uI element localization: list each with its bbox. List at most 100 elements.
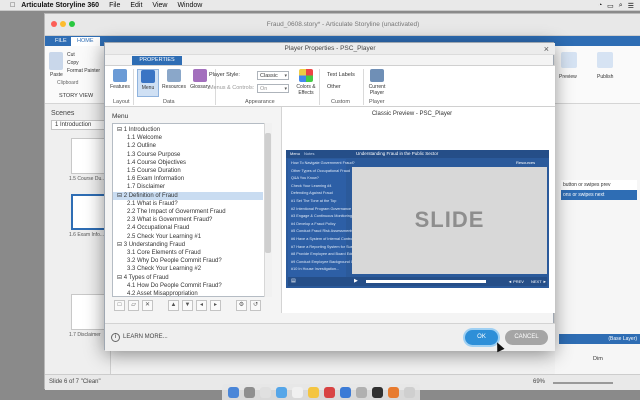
publish-button[interactable]: Publish — [597, 74, 613, 80]
tree-scroll-thumb[interactable] — [265, 133, 271, 253]
menu-tree-item[interactable]: 3.3 Check Your Learning #2 — [113, 265, 263, 273]
menu-tree-item[interactable]: 2.1 What is Fraud? — [113, 200, 263, 208]
outdent-icon[interactable]: ◂ — [196, 300, 207, 311]
zoom-level[interactable]: 69% — [533, 379, 545, 385]
expand-toggle-icon[interactable]: ⊟ — [117, 127, 124, 133]
menu-tree-item[interactable]: 1.7 Disclaimer — [113, 183, 263, 191]
cancel-button[interactable]: CANCEL — [505, 330, 548, 345]
dialog-footer: i LEARN MORE... OK CANCEL — [105, 323, 555, 353]
appstore-icon[interactable] — [339, 386, 351, 398]
terminal-icon[interactable] — [371, 386, 383, 398]
close-window-icon[interactable] — [51, 21, 57, 27]
resources-button[interactable]: Resources — [161, 69, 187, 90]
menu-tree-item[interactable]: 4.1 How Do People Commit Fraud? — [113, 282, 263, 290]
menu-tree-item[interactable]: 1.6 Exam Information — [113, 175, 263, 183]
menu-button[interactable]: Menu — [137, 69, 159, 97]
menu-tree-item[interactable]: 2.5 Check Your Learning #1 — [113, 233, 263, 241]
features-button[interactable]: Features — [109, 69, 131, 90]
photos-icon[interactable] — [323, 386, 335, 398]
safari-icon[interactable] — [259, 386, 271, 398]
menu-window[interactable]: Window — [177, 2, 202, 9]
storyline-icon[interactable] — [387, 386, 399, 398]
delete-icon[interactable]: ✕ — [142, 300, 153, 311]
move-down-icon[interactable]: ▼ — [182, 300, 193, 311]
trigger-hint-selected[interactable]: ons or swipes next — [561, 190, 637, 200]
menu-view[interactable]: View — [152, 2, 167, 9]
menu-tree[interactable]: ⊟ 1 Introduction 1.1 Welcome 1.2 Outline 1.… — [112, 123, 272, 297]
menu-tree-item[interactable]: 1.3 Course Purpose — [113, 151, 263, 159]
open-icon[interactable]: ▱ — [128, 300, 139, 311]
notes-icon[interactable] — [307, 386, 319, 398]
scene-selector[interactable]: 1 Introduction — [51, 120, 109, 130]
paste-icon[interactable] — [49, 52, 63, 70]
preview-button[interactable]: Preview — [559, 74, 577, 80]
expand-toggle-icon[interactable]: ⊟ — [117, 242, 124, 248]
wifi-icon[interactable]: ◔ — [598, 2, 602, 9]
glossary-button[interactable]: Glossary — [189, 69, 211, 90]
menu-tree-item[interactable]: 3.1 Core Elements of Fraud — [113, 249, 263, 257]
apple-icon[interactable]:  — [10, 2, 15, 9]
menu-tree-item[interactable]: 2.4 Occupational Fraud — [113, 224, 263, 232]
colors-effects-button[interactable]: Colors & Effects — [293, 69, 319, 96]
ok-button[interactable]: OK — [465, 330, 498, 345]
slide-status: Slide 6 of 7 "Clean" — [49, 379, 101, 385]
preview-icon[interactable] — [561, 52, 577, 68]
menu-tree-item[interactable]: 1.5 Course Duration — [113, 167, 263, 175]
move-up-icon[interactable]: ▲ — [168, 300, 179, 311]
cut-button[interactable]: Cut — [67, 52, 75, 58]
indent-icon[interactable]: ▸ — [210, 300, 221, 311]
menu-tree-item[interactable]: 1.2 Outline — [113, 142, 263, 150]
search-icon[interactable]: ⌕ — [619, 2, 623, 10]
text-labels-button[interactable]: Text Labels — [327, 72, 355, 78]
info-icon[interactable]: i — [111, 333, 120, 342]
zoom-window-icon[interactable] — [69, 21, 75, 27]
trigger-hint[interactable]: button or swipes prev — [561, 180, 637, 190]
publish-icon[interactable] — [597, 52, 613, 68]
menubar-app-name[interactable]: Articulate Storyline 360 — [21, 2, 99, 9]
learn-more-link[interactable]: LEARN MORE... — [123, 334, 168, 340]
reset-icon[interactable]: ↺ — [250, 300, 261, 311]
menu-tree-scene[interactable]: ⊟ 3 Understanding Fraud — [113, 241, 263, 249]
trash-icon[interactable] — [403, 386, 415, 398]
settings-icon[interactable]: ⚙ — [236, 300, 247, 311]
tab-home[interactable]: HOME — [71, 37, 100, 46]
menu-edit[interactable]: Edit — [130, 2, 142, 9]
menu-tree-scene[interactable]: ⊟ 1 Introduction — [113, 126, 263, 134]
next-button: NEXT ► — [531, 278, 547, 284]
menu-list-icon[interactable]: ☰ — [628, 2, 634, 10]
menu-tree-item[interactable]: 3.2 Why Do People Commit Fraud? — [113, 257, 263, 265]
player-style-select[interactable]: Classic — [257, 71, 289, 80]
menu-tree-item[interactable]: 2.2 The Impact of Government Fraud — [113, 208, 263, 216]
menu-tree-item[interactable]: 4.2 Asset Misappropriation — [113, 290, 263, 296]
copy-button[interactable]: Copy — [67, 60, 79, 66]
current-player-button[interactable]: Current Player — [367, 69, 387, 96]
calendar-icon[interactable] — [291, 386, 303, 398]
menu-tree-item[interactable]: 1.1 Welcome — [113, 134, 263, 142]
menus-controls-select[interactable]: On — [257, 84, 289, 93]
finder-icon[interactable] — [227, 386, 239, 398]
story-view-tab[interactable]: STORY VIEW — [59, 93, 93, 99]
other-button[interactable]: Other — [327, 84, 341, 90]
expand-toggle-icon[interactable]: ⊟ — [117, 275, 124, 281]
expand-toggle-icon[interactable]: ⊟ — [117, 193, 124, 199]
menus-controls-label: Menus & Controls: — [209, 85, 255, 91]
new-entry-icon[interactable]: □ — [114, 300, 125, 311]
format-painter-button[interactable]: Format Painter — [67, 68, 100, 74]
menu-tree-item[interactable]: 2.3 What is Government Fraud? — [113, 216, 263, 224]
mail-icon[interactable] — [275, 386, 287, 398]
settings-icon[interactable] — [355, 386, 367, 398]
launchpad-icon[interactable] — [243, 386, 255, 398]
tab-file[interactable]: FILE — [49, 37, 73, 46]
menu-tree-scene[interactable]: ⊟ 2 Definition of Fraud — [113, 191, 263, 200]
save-player-icon — [370, 69, 384, 82]
dialog-title: Player Properties - PSC_Player — [105, 43, 555, 55]
tab-properties[interactable]: PROPERTIES — [132, 56, 182, 65]
minimize-window-icon[interactable] — [60, 21, 66, 27]
menu-tree-scene[interactable]: ⊟ 4 Types of Fraud — [113, 274, 263, 282]
zoom-slider[interactable] — [553, 382, 613, 384]
close-icon[interactable]: × — [544, 43, 549, 55]
battery-icon[interactable]: ▭ — [607, 2, 614, 10]
base-layer-item[interactable]: (Base Layer) — [559, 334, 640, 344]
menu-tree-item[interactable]: 1.4 Course Objectives — [113, 159, 263, 167]
menu-file[interactable]: File — [109, 2, 120, 9]
